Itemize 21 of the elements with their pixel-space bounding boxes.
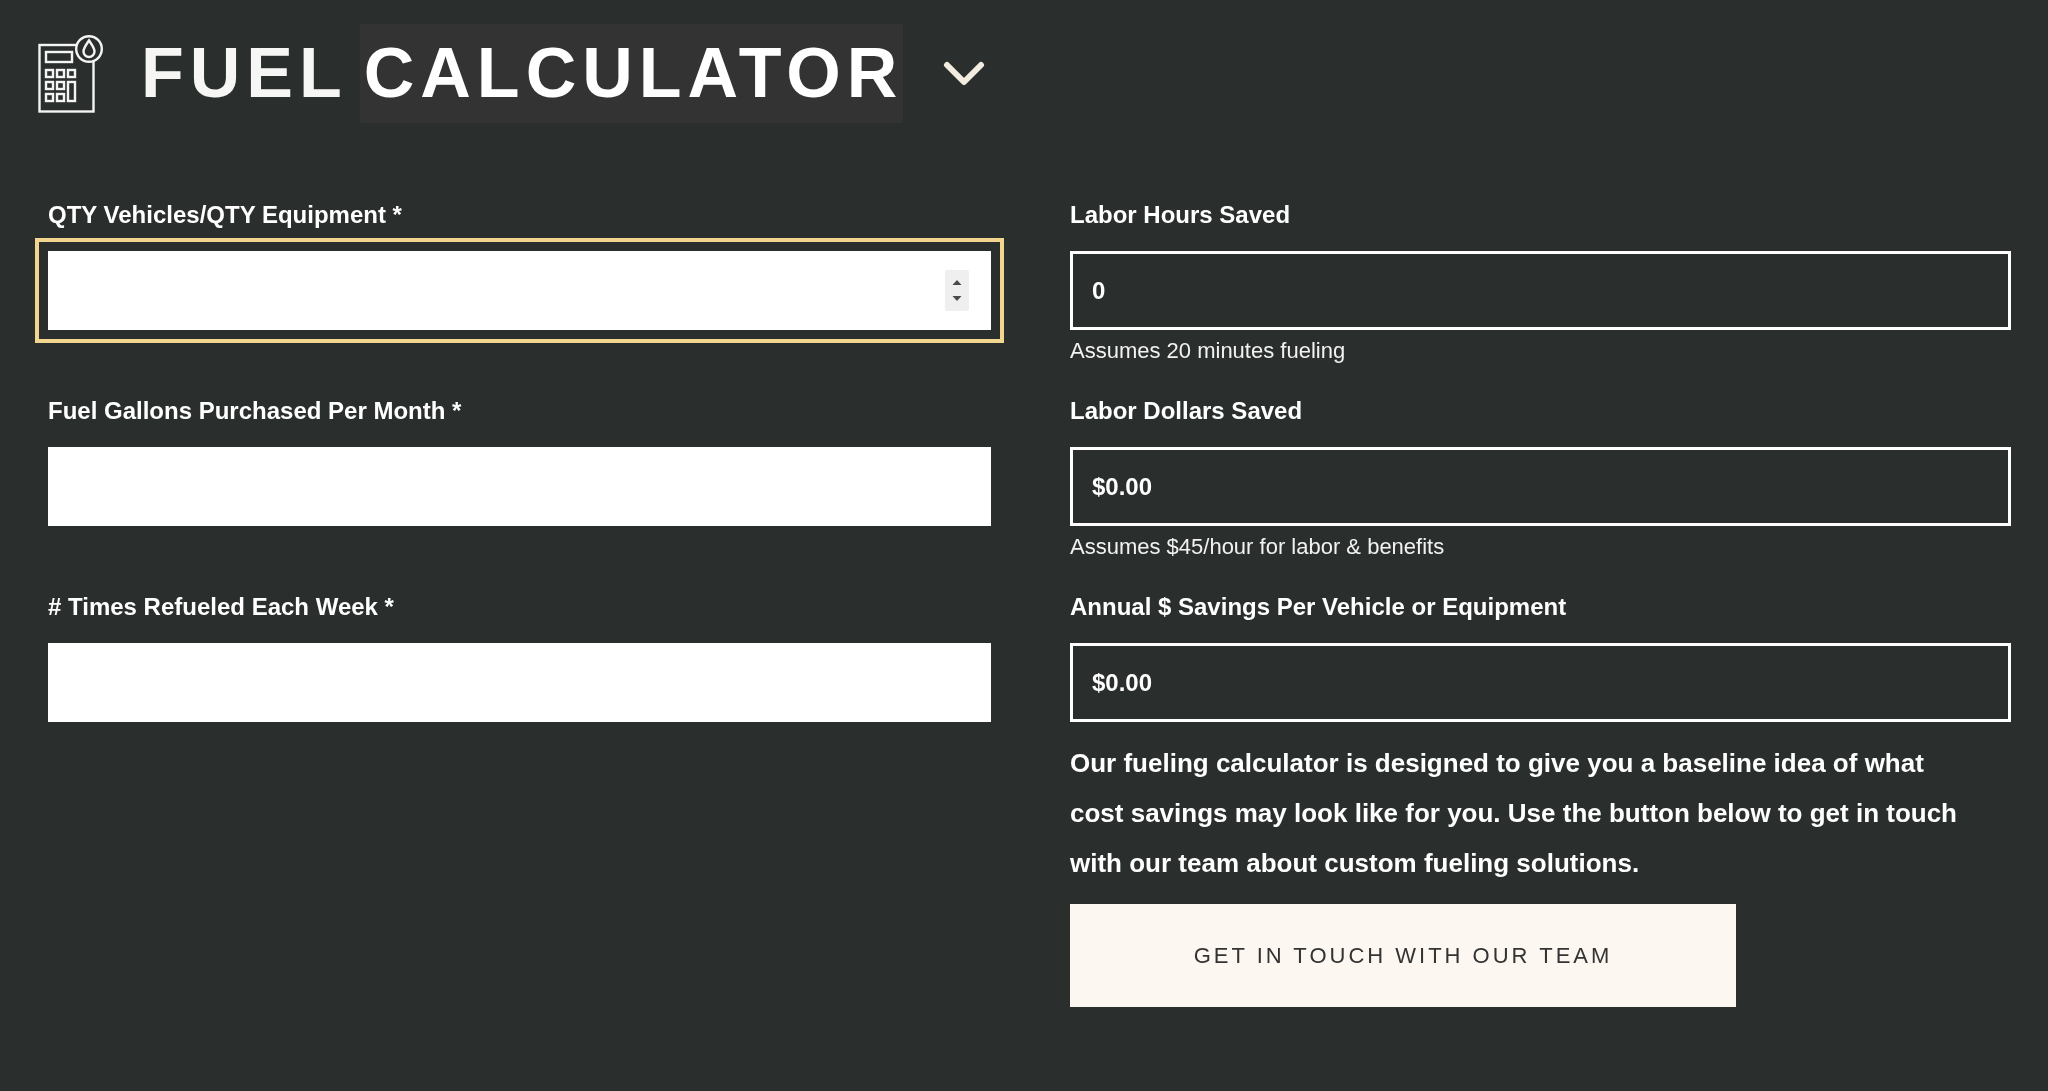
result-field: $0.00 <box>1070 447 2011 526</box>
field-label: Labor Hours Saved <box>1070 201 1291 229</box>
field-label: Fuel Gallons Purchased Per Month * <box>48 397 462 425</box>
field-hint: Assumes 20 minutes fueling <box>1070 337 1346 365</box>
result-field: $0.00 <box>1070 643 2011 722</box>
number-input[interactable] <box>48 447 991 526</box>
calculator-icon <box>38 34 104 113</box>
contact-button[interactable]: GET IN TOUCH WITH OUR TEAM <box>1070 904 1736 1007</box>
field-label: QTY Vehicles/QTY Equipment * <box>48 201 402 229</box>
number-input[interactable] <box>35 238 1004 343</box>
field-label: Annual $ Savings Per Vehicle or Equipment <box>1070 593 1567 621</box>
result-field: 0 <box>1070 251 2011 330</box>
field-label: Labor Dollars Saved <box>1070 397 1303 425</box>
number-input[interactable] <box>48 643 991 722</box>
chevron-down-icon[interactable] <box>943 60 986 87</box>
description-text: Our fueling calculator is designed to give you a baseline idea of what cost savings may look like for you. Use the button below to get in touch with our team about custom fueling solutions. <box>1070 747 1958 880</box>
field-label: # Times Refueled Each Week * <box>48 593 394 621</box>
field-hint: Assumes $45/hour for labor & benefits <box>1070 533 1445 561</box>
title-word: CALCULATOR <box>359 24 904 123</box>
spin-arrows-icon[interactable] <box>945 270 969 311</box>
title-word: FUEL <box>140 33 348 114</box>
